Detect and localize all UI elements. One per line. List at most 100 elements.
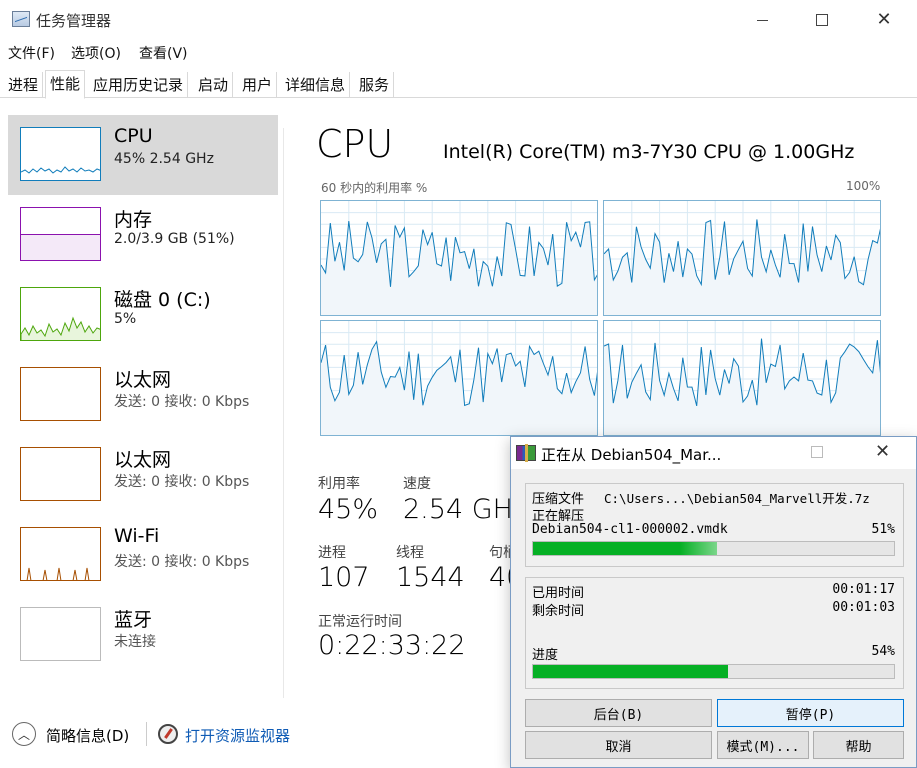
sidebar-divider — [283, 128, 284, 698]
help-button[interactable]: 帮助 — [813, 731, 904, 759]
extraction-dialog: 正在从 Debian504_Mar... ✕ 压缩文件 C:\Users...\… — [510, 436, 917, 768]
threads-value: 1544 — [396, 562, 465, 593]
cpu-heading: CPU — [316, 122, 394, 166]
file-progress-fill — [533, 542, 718, 555]
remaining-label: 剩余时间 — [532, 604, 585, 619]
sidebar-label: 以太网 — [114, 369, 172, 391]
open-resource-monitor-link[interactable]: 打开资源监视器 — [185, 725, 290, 746]
menu-options[interactable]: 选项(O) — [71, 43, 121, 63]
sidebar-detail: 发送: 0 接收: 0 Kbps — [114, 474, 250, 490]
sidebar-label: CPU — [114, 125, 153, 147]
tab-services[interactable]: 服务 — [355, 72, 395, 98]
sidebar-item-wifi[interactable]: Wi-Fi 发送: 0 接收: 0 Kbps — [8, 515, 278, 595]
memory-fill — [21, 234, 100, 260]
dialog-titlebar: 正在从 Debian504_Mar... ✕ — [511, 437, 916, 469]
sidebar-label: 内存 — [114, 209, 153, 231]
fewer-details-link[interactable]: 简略信息(D) — [46, 725, 129, 746]
menu-view[interactable]: 查看(V) — [139, 43, 188, 63]
processes-value: 107 — [318, 562, 370, 593]
threads-label: 线程 — [396, 545, 424, 561]
titlebar: 任务管理器 ✕ — [0, 0, 917, 38]
cpu-model: Intel(R) Core(TM) m3-7Y30 CPU @ 1.00GHz — [443, 141, 855, 163]
tab-users[interactable]: 用户 — [238, 72, 278, 98]
sidebar-label: 蓝牙 — [114, 609, 153, 631]
cpu-core-graph-2 — [320, 320, 598, 436]
tab-startup[interactable]: 启动 — [194, 72, 234, 98]
tab-processes[interactable]: 进程 — [4, 72, 44, 98]
sidebar-detail: 5% — [114, 311, 137, 327]
cancel-button[interactable]: 取消 — [525, 731, 712, 759]
graph-label-right: 100% — [846, 179, 881, 193]
file-group: 压缩文件 C:\Users...\Debian504_Marvell开发.7z … — [525, 483, 904, 567]
dialog-maximize-icon — [811, 446, 823, 458]
footer-divider — [146, 722, 147, 746]
file-progress-bar — [532, 541, 895, 556]
ethernet-thumbnail — [20, 367, 101, 421]
minimize-icon — [756, 19, 768, 21]
cpu-thumbnail — [20, 127, 101, 181]
speed-label: 速度 — [403, 476, 431, 492]
remaining-value: 00:01:03 — [832, 600, 895, 615]
sidebar-item-bluetooth[interactable]: 蓝牙 未连接 — [8, 595, 278, 675]
sidebar-label: 以太网 — [114, 449, 172, 471]
tab-strip: 进程 性能 应用历史记录 启动 用户 详细信息 服务 — [0, 70, 917, 99]
wifi-thumbnail — [20, 527, 101, 581]
tab-details[interactable]: 详细信息 — [281, 72, 351, 98]
core-graph-svg — [321, 321, 597, 435]
sidebar-detail: 发送: 0 接收: 0 Kbps — [114, 394, 250, 410]
core-graph-svg — [604, 321, 880, 435]
tab-app-history[interactable]: 应用历史记录 — [89, 72, 189, 98]
wifi-thumbnail-graph — [26, 567, 90, 580]
task-manager-icon — [12, 11, 30, 27]
sidebar-detail: 发送: 0 接收: 0 Kbps — [114, 554, 250, 570]
overall-progress-percent: 54% — [871, 644, 895, 659]
utilization-value: 45% — [318, 494, 379, 525]
mode-button[interactable]: 模式(M)... — [717, 731, 809, 759]
sidebar-detail: 未连接 — [114, 634, 156, 650]
sidebar-item-disk[interactable]: 磁盘 0 (C:) 5% — [8, 275, 278, 355]
progress-group: 已用时间 00:01:17 剩余时间 00:01:03 进度 54% — [525, 577, 904, 689]
dialog-title: 正在从 Debian504_Mar... — [541, 446, 722, 464]
chevron-up-icon[interactable]: ︿ — [12, 722, 36, 746]
elapsed-value: 00:01:17 — [832, 582, 895, 597]
cpu-thumbnail-graph — [21, 166, 100, 174]
maximize-button[interactable] — [802, 6, 842, 34]
overall-progress-bar — [532, 664, 895, 679]
bluetooth-thumbnail — [20, 607, 101, 661]
overall-progress-fill — [533, 665, 728, 678]
sidebar-item-memory[interactable]: 内存 2.0/3.9 GB (51%) — [8, 195, 278, 275]
memory-thumbnail — [20, 207, 101, 261]
ethernet-thumbnail — [20, 447, 101, 501]
speed-value: 2.54 GH — [403, 494, 513, 525]
current-file-name: Debian504-cl1-000002.vmdk — [532, 522, 728, 537]
close-button[interactable]: ✕ — [864, 6, 904, 34]
cpu-core-graph-0 — [320, 200, 598, 316]
dialog-close-button[interactable]: ✕ — [875, 441, 890, 462]
maximize-icon — [816, 14, 828, 26]
menu-file[interactable]: 文件(F) — [8, 43, 55, 63]
archive-path: C:\Users...\Debian504_Marvell开发.7z — [604, 491, 870, 506]
disk-thumbnail — [20, 287, 101, 341]
close-icon: ✕ — [876, 9, 892, 30]
window-title: 任务管理器 — [36, 12, 112, 30]
sidebar-item-cpu[interactable]: CPU 45% 2.54 GHz — [8, 115, 278, 195]
cpu-core-graph-1 — [603, 200, 881, 316]
cpu-core-graph-3 — [603, 320, 881, 436]
pause-button[interactable]: 暂停(P) — [717, 699, 904, 727]
utilization-label: 利用率 — [318, 476, 360, 492]
processes-label: 进程 — [318, 545, 346, 561]
disk-thumbnail-graph — [21, 316, 100, 340]
tab-performance[interactable]: 性能 — [45, 70, 86, 99]
sidebar-label: Wi-Fi — [114, 525, 160, 547]
minimize-button[interactable] — [742, 6, 782, 34]
background-button[interactable]: 后台(B) — [525, 699, 712, 727]
core-graph-svg — [604, 201, 880, 315]
sidebar-detail: 45% 2.54 GHz — [114, 151, 214, 167]
current-file-percent: 51% — [871, 522, 895, 537]
sidebar-label: 磁盘 0 (C:) — [114, 289, 211, 311]
sidebar-item-ethernet-1[interactable]: 以太网 发送: 0 接收: 0 Kbps — [8, 355, 278, 435]
core-graph-svg — [321, 201, 597, 315]
sidebar-item-ethernet-2[interactable]: 以太网 发送: 0 接收: 0 Kbps — [8, 435, 278, 515]
uptime-label: 正常运行时间 — [318, 614, 402, 630]
uptime-value: 0:22:33:22 — [318, 630, 466, 661]
